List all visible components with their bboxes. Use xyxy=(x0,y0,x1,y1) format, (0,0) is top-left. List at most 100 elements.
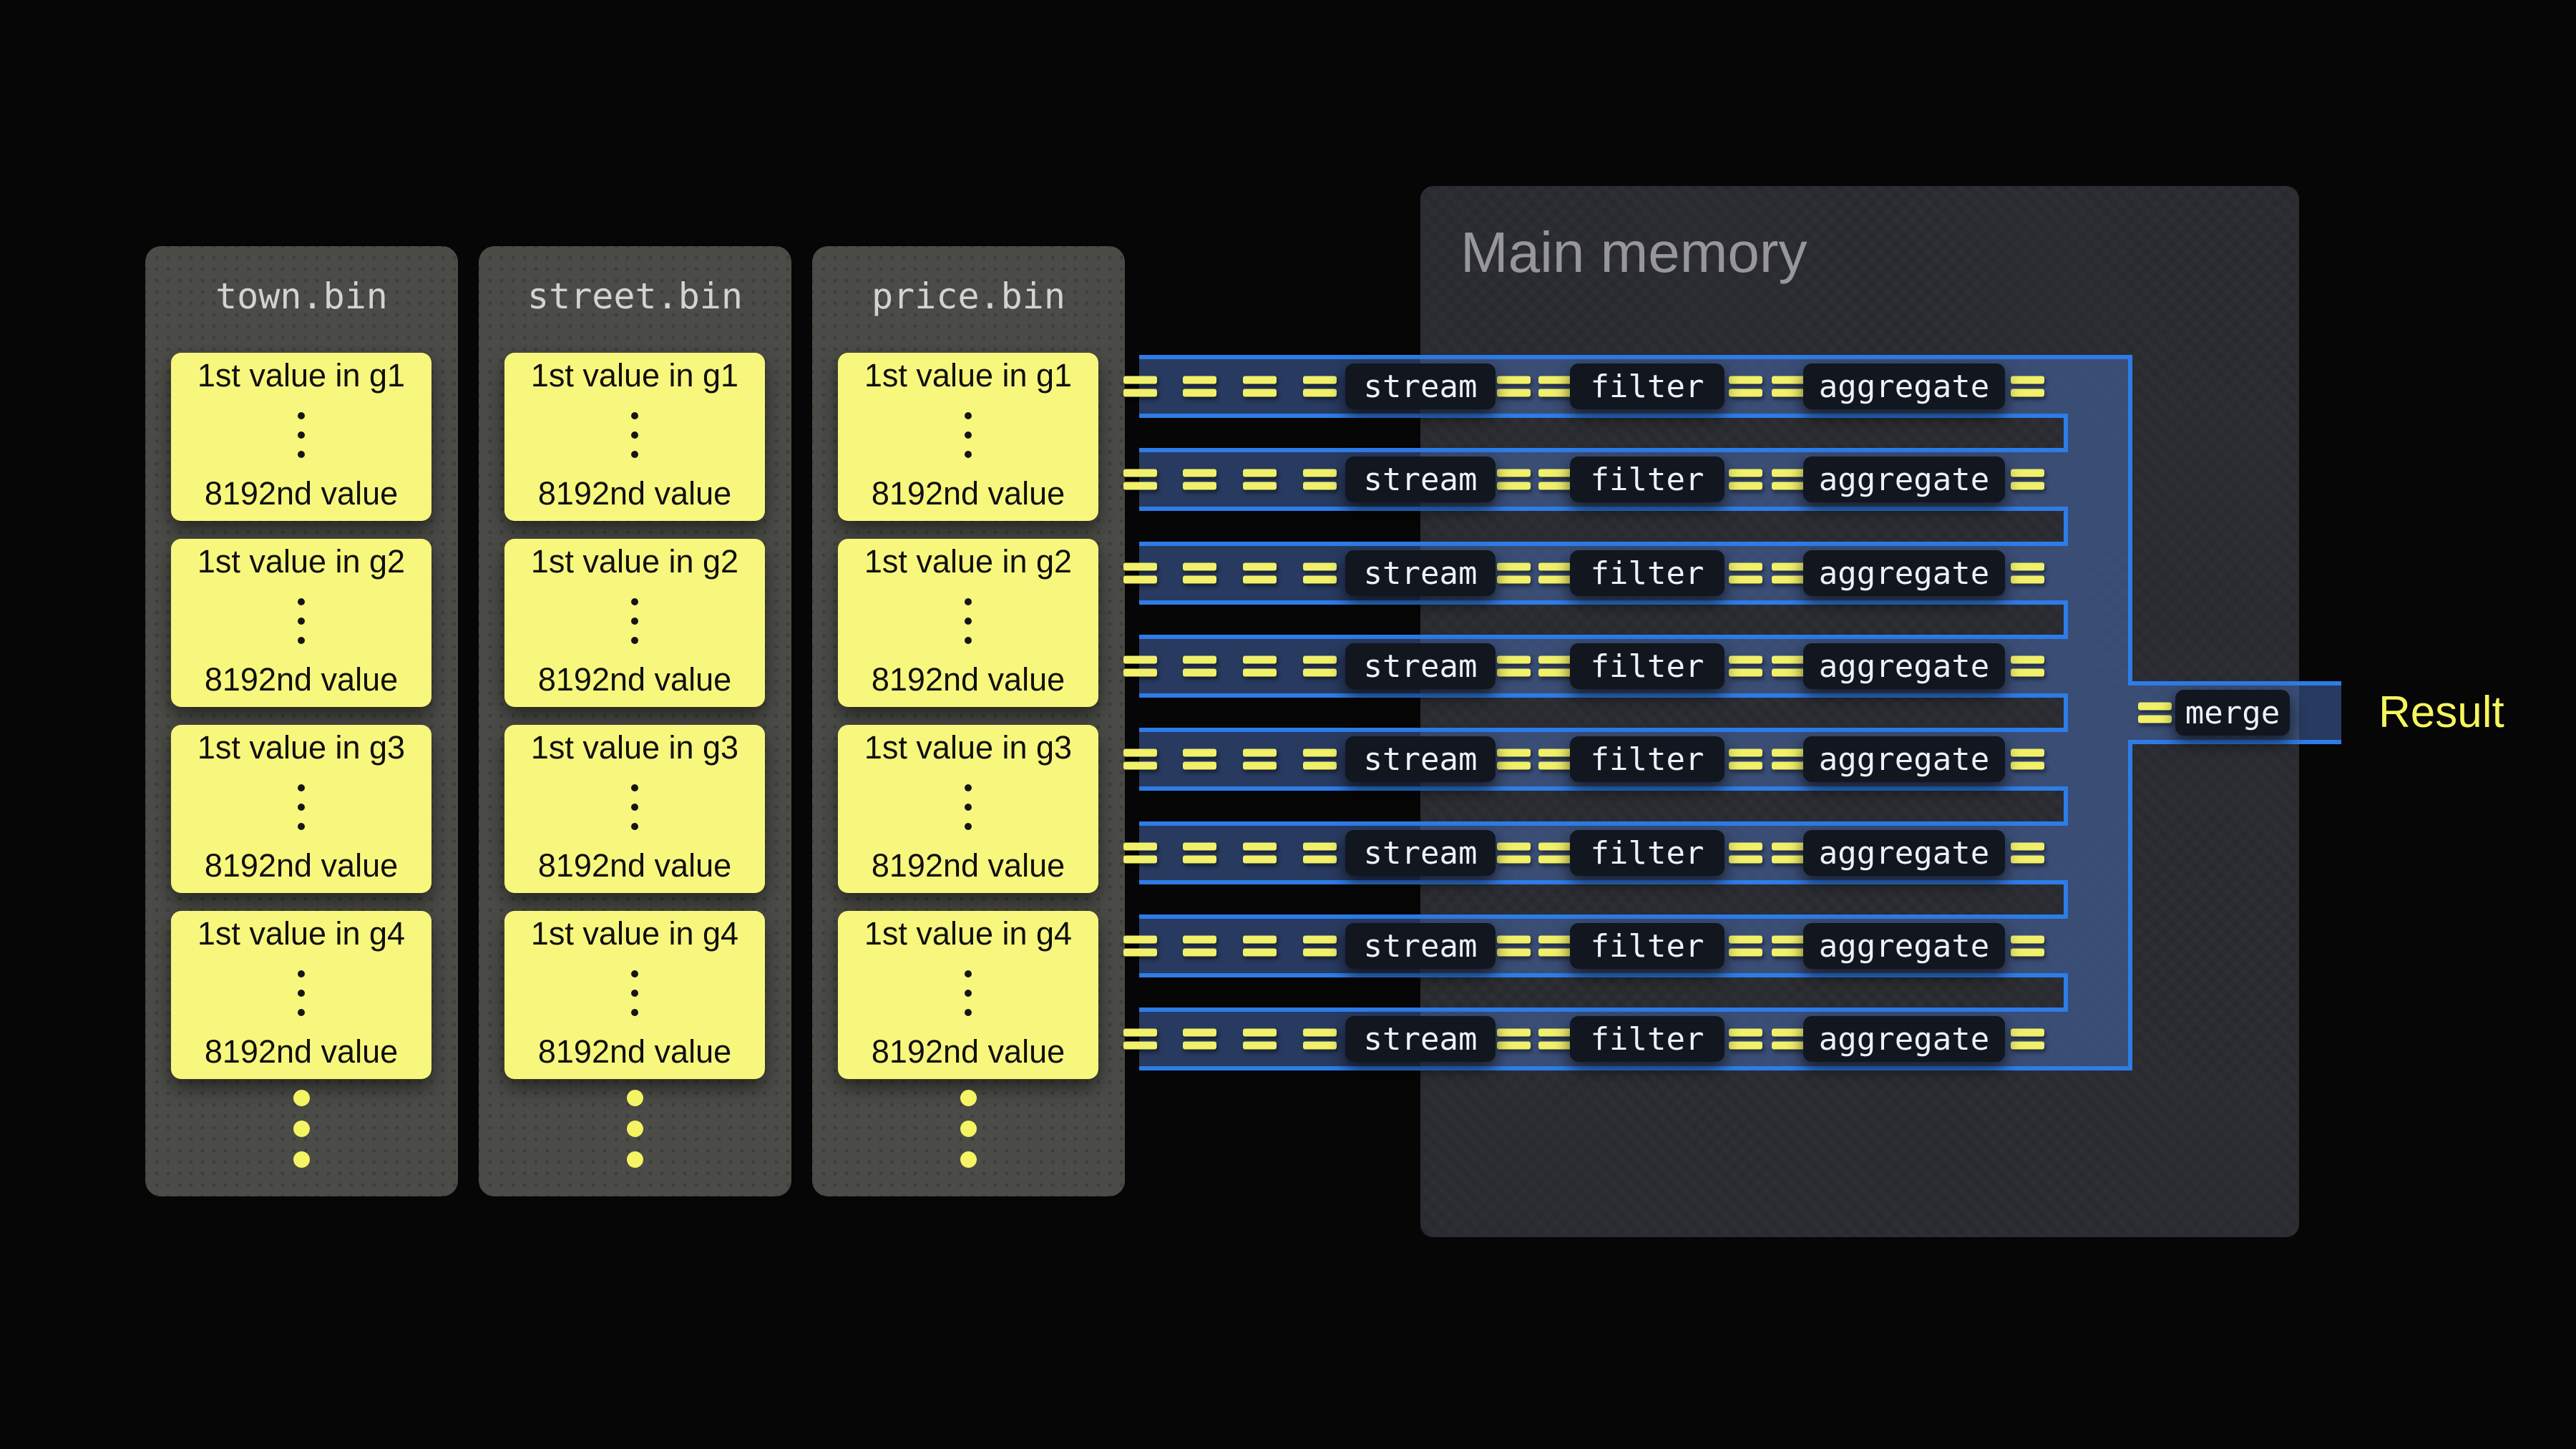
aggregate-operator-box: aggregate xyxy=(1803,1016,2005,1062)
merge-band: merge xyxy=(2132,681,2341,744)
vertical-ellipsis-icon xyxy=(298,970,305,1016)
collector-right-border xyxy=(2128,740,2132,1070)
data-flow-dashes-icon xyxy=(1183,843,1216,864)
data-flow-dashes-icon xyxy=(1772,936,1805,957)
pipeline-gap-closer xyxy=(2064,507,2068,545)
data-flow-dashes-icon xyxy=(1303,1029,1337,1050)
stream-operator-box: stream xyxy=(1345,923,1496,969)
data-flow-dashes-icon xyxy=(1729,656,1762,677)
more-groups-ellipsis-icon xyxy=(479,1090,791,1168)
row-group-block: 1st value in g48192nd value xyxy=(838,911,1098,1079)
block-first-value-label: 1st value in g3 xyxy=(531,729,738,766)
data-flow-dashes-icon xyxy=(1183,749,1216,770)
file-title: street.bin xyxy=(479,276,791,316)
pipeline-gap-closer xyxy=(2064,880,2068,919)
more-groups-ellipsis-icon xyxy=(812,1090,1125,1168)
more-groups-ellipsis-icon xyxy=(145,1090,458,1168)
data-flow-dashes-icon xyxy=(1772,376,1805,397)
pipeline-gap-closer xyxy=(2064,693,2068,732)
data-flow-dashes-icon xyxy=(2011,843,2044,864)
pipeline-row: streamfilteraggregate xyxy=(1139,355,2068,418)
data-flow-dashes-icon xyxy=(1303,749,1337,770)
data-flow-dashes-icon xyxy=(1123,936,1157,957)
file-title: town.bin xyxy=(145,276,458,316)
data-flow-dashes-icon xyxy=(1497,656,1531,677)
data-flow-dashes-icon xyxy=(1243,749,1277,770)
block-first-value-label: 1st value in g2 xyxy=(531,543,738,580)
data-flow-dashes-icon xyxy=(1772,563,1805,584)
vertical-ellipsis-icon xyxy=(965,412,972,458)
data-flow-dashes-icon xyxy=(1772,1029,1805,1050)
data-flow-dashes-icon xyxy=(2011,563,2044,584)
vertical-ellipsis-icon xyxy=(631,412,638,458)
row-group-block: 1st value in g2 8192nd value xyxy=(171,539,431,707)
vertical-ellipsis-icon xyxy=(298,784,305,830)
data-flow-dashes-icon xyxy=(1243,376,1277,397)
data-flow-dashes-icon xyxy=(1497,563,1531,584)
block-last-value-label: 8192nd value xyxy=(205,1033,398,1070)
filter-operator-box: filter xyxy=(1570,923,1724,969)
data-flow-dashes-icon xyxy=(2011,749,2044,770)
data-flow-dashes-icon xyxy=(1538,469,1572,490)
data-flow-dashes-icon xyxy=(2011,376,2044,397)
data-flow-dashes-icon xyxy=(1243,563,1277,584)
block-last-value-label: 8192nd value xyxy=(205,475,398,512)
data-flow-dashes-icon xyxy=(1497,936,1531,957)
data-flow-dashes-icon xyxy=(1538,749,1572,770)
block-first-value-label: 1st value in g2 xyxy=(864,543,1072,580)
block-last-value-label: 8192nd value xyxy=(538,475,731,512)
stream-operator-box: stream xyxy=(1345,830,1496,876)
pipeline-row: streamfilteraggregate xyxy=(1139,821,2068,884)
row-group-block: 1st value in g48192nd value xyxy=(504,911,765,1079)
file-column: price.bin 1st value in g18192nd value 1st … xyxy=(812,246,1125,1196)
aggregate-operator-box: aggregate xyxy=(1803,643,2005,689)
aggregate-operator-box: aggregate xyxy=(1803,457,2005,502)
block-last-value-label: 8192nd value xyxy=(205,661,398,698)
vertical-ellipsis-icon xyxy=(965,598,972,644)
data-flow-dashes-icon xyxy=(1303,376,1337,397)
data-flow-dashes-icon xyxy=(1497,1029,1531,1050)
pipeline-collector xyxy=(2068,355,2132,1070)
data-flow-dashes-icon xyxy=(1538,376,1572,397)
file-column: town.bin1st value in g18192nd value1st v… xyxy=(145,246,458,1196)
data-flow-dashes-icon xyxy=(1243,936,1277,957)
filter-operator-box: filter xyxy=(1570,364,1724,409)
block-first-value-label: 1st value in g3 xyxy=(197,729,405,766)
data-flow-dashes-icon xyxy=(1729,936,1762,957)
stream-operator-box: stream xyxy=(1345,550,1496,596)
data-flow-dashes-icon xyxy=(1538,843,1572,864)
data-flow-dashes-icon xyxy=(1303,469,1337,490)
row-group-block: 1st value in g38192nd value xyxy=(838,725,1098,893)
vertical-ellipsis-icon xyxy=(631,784,638,830)
pipeline-row: streamfilteraggregate xyxy=(1139,914,2068,977)
pipeline-row: streamfilteraggregate xyxy=(1139,1008,2068,1070)
stream-operator-box: stream xyxy=(1345,736,1496,782)
data-flow-dashes-icon xyxy=(1123,656,1157,677)
pipeline-gap-closer xyxy=(2064,786,2068,825)
data-flow-dashes-icon xyxy=(1183,656,1216,677)
block-last-value-label: 8192nd value xyxy=(872,475,1065,512)
data-flow-dashes-icon xyxy=(1183,376,1216,397)
data-flow-dashes-icon xyxy=(1123,1029,1157,1050)
data-flow-dashes-icon xyxy=(1497,376,1531,397)
data-flow-dashes-icon xyxy=(1772,469,1805,490)
aggregate-operator-box: aggregate xyxy=(1803,736,2005,782)
main-memory-title: Main memory xyxy=(1460,219,1807,286)
row-group-block: 1st value in g18192nd value xyxy=(838,353,1098,521)
data-flow-dashes-icon xyxy=(1538,656,1572,677)
block-first-value-label: 1st value in g4 xyxy=(864,915,1072,952)
file-title: price.bin xyxy=(812,276,1125,316)
filter-operator-box: filter xyxy=(1570,457,1724,502)
result-label: Result xyxy=(2379,684,2504,741)
block-first-value-label: 1st value in g3 xyxy=(864,729,1072,766)
stream-operator-box: stream xyxy=(1345,643,1496,689)
block-first-value-label: 1st value in g2 xyxy=(197,543,405,580)
data-flow-dashes-icon xyxy=(1303,656,1337,677)
data-flow-dashes-icon xyxy=(1303,563,1337,584)
pipeline-row: streamfilteraggregate xyxy=(1139,542,2068,605)
collector-right-border xyxy=(2128,355,2132,686)
data-flow-dashes-icon xyxy=(1183,936,1216,957)
vertical-ellipsis-icon xyxy=(631,598,638,644)
pipeline-gap-closer xyxy=(2064,600,2068,639)
data-flow-dashes-icon xyxy=(1729,749,1762,770)
